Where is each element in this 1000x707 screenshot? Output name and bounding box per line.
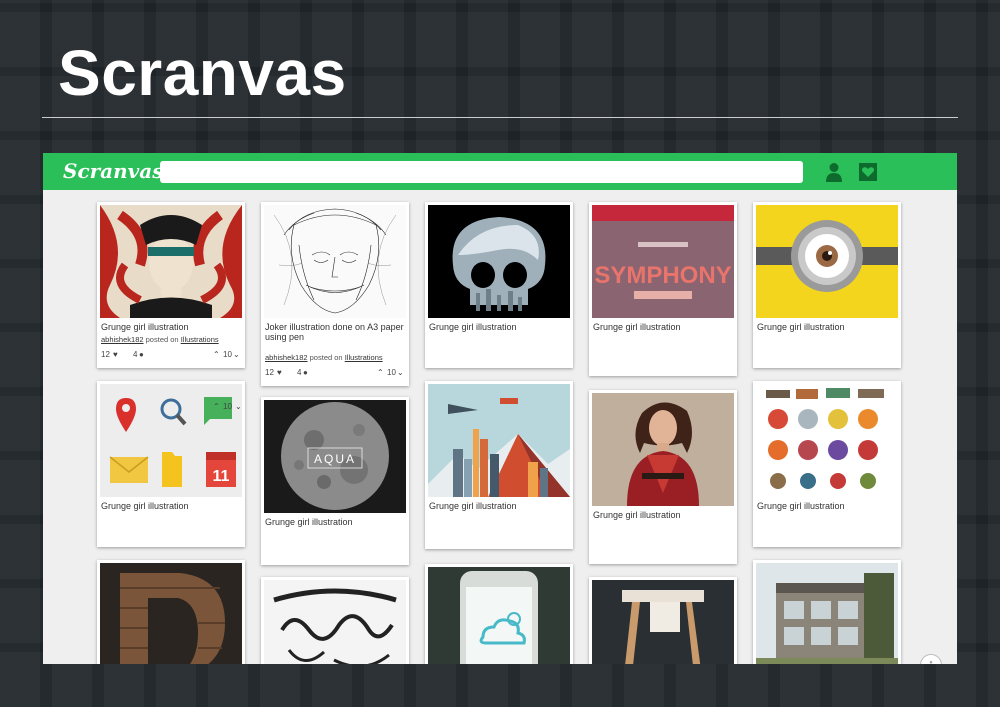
comments-count: 4 [297,368,302,377]
artwork-thumbnail[interactable] [756,563,898,664]
artwork-card[interactable]: Joker illustration done on A3 paper usin… [261,202,409,386]
top-bar: Scranvas [43,153,957,190]
category-link[interactable]: Illustrations [345,353,383,362]
artwork-card[interactable]: 11 ⌃ 10 ⌄ Grunge girl illustration [97,381,245,547]
artwork-card[interactable]: Grunge girl illustration [425,381,573,549]
artwork-card[interactable]: AQUA Grunge girl illustration [261,397,409,565]
upvote-icon[interactable]: ⌃ [213,402,220,411]
artwork-card[interactable]: Grunge girl illustration [753,202,901,368]
artwork-thumbnail[interactable] [264,580,406,664]
slide-title: Scranvas [58,37,347,109]
artwork-thumbnail[interactable]: AQUA [264,400,406,513]
card-meta: abhishek182 posted on Illustrations [101,335,241,344]
artwork-card[interactable] [753,560,901,664]
arrow-up-icon: ↑ [928,658,934,664]
card-meta: abhishek182 posted on Illustrations [265,353,405,362]
upvote-count: 10 [387,368,396,377]
card-caption: Grunge girl illustration [101,322,189,332]
card-caption: Grunge girl illustration [757,501,845,511]
artwork-card[interactable]: Grunge girl illustration [589,390,737,564]
author-link[interactable]: abhishek182 [265,353,308,362]
comment-icon[interactable]: ● [139,350,144,359]
chevron-down-icon[interactable]: ⌄ [233,350,240,359]
artwork-card[interactable]: Grunge girl illustration [753,381,901,547]
artwork-thumbnail[interactable] [592,393,734,506]
card-caption: Grunge girl illustration [101,501,189,511]
artwork-thumbnail[interactable] [428,205,570,318]
artwork-thumbnail[interactable] [100,563,242,664]
artwork-thumbnail[interactable] [428,567,570,664]
heart-icon[interactable]: ♥ [277,368,282,377]
scroll-top-button[interactable]: ↑ [920,654,942,664]
card-caption: Grunge girl illustration [265,517,353,527]
artwork-card[interactable]: Grunge girl illustration [425,202,573,368]
collect-icon[interactable] [858,162,878,182]
likes-count: 12 [265,368,274,377]
posted-on-label: posted on [309,353,343,362]
author-link[interactable]: abhishek182 [101,335,144,344]
app-window: Scranvas Grunge girl illustration abhish… [43,153,957,664]
artwork-thumbnail[interactable] [756,384,898,497]
svg-text:11: 11 [213,468,230,485]
card-caption: Grunge girl illustration [429,322,517,332]
upvote-count: 10 [223,350,232,359]
artwork-card[interactable] [589,577,737,664]
artwork-thumbnail[interactable] [100,205,242,318]
artwork-card[interactable] [97,560,245,664]
card-stats: ⌃ 10 ⌄ [101,402,243,412]
upvote-icon[interactable]: ⌃ [213,350,220,359]
user-icon[interactable] [825,162,843,182]
heart-icon[interactable]: ♥ [113,350,118,359]
artwork-thumbnail[interactable] [428,384,570,497]
artwork-card[interactable]: Grunge girl illustration abhishek182 pos… [97,202,245,368]
artwork-card[interactable] [261,577,409,664]
card-stats: 12 ♥ 4 ● ⌃ 10 ⌄ [101,350,243,360]
card-caption: Grunge girl illustration [593,510,681,520]
artwork-thumbnail[interactable] [264,205,406,318]
posted-on-label: posted on [145,335,179,344]
likes-count: 12 [101,350,110,359]
artwork-thumbnail[interactable] [592,580,734,664]
artwork-card[interactable]: SYMPHONY Grunge girl illustration [589,202,737,376]
artwork-thumbnail[interactable]: 11 [100,384,242,497]
upvote-count: 10 [223,402,232,411]
card-stats: 12 ♥ 4 ● ⌃ 10 ⌄ [265,368,407,378]
upvote-icon[interactable]: ⌃ [377,368,384,377]
comment-icon[interactable]: ● [303,368,308,377]
svg-text:SYMPHONY: SYMPHONY [594,262,731,289]
card-caption: Grunge girl illustration [757,322,845,332]
comments-count: 4 [133,350,138,359]
category-link[interactable]: Illustrations [181,335,219,344]
artwork-thumbnail[interactable] [756,205,898,318]
card-caption: Grunge girl illustration [429,501,517,511]
card-caption: Grunge girl illustration [593,322,681,332]
app-logo[interactable]: Scranvas [63,159,164,183]
card-caption: Joker illustration done on A3 paper usin… [265,322,404,342]
chevron-down-icon[interactable]: ⌄ [397,368,404,377]
artwork-overlay-text: AQUA [314,452,356,466]
artwork-card[interactable] [425,564,573,664]
artwork-thumbnail[interactable]: SYMPHONY [592,205,734,318]
title-divider [42,117,958,118]
chevron-down-icon[interactable]: ⌄ [235,402,242,411]
search-input[interactable] [160,161,803,183]
